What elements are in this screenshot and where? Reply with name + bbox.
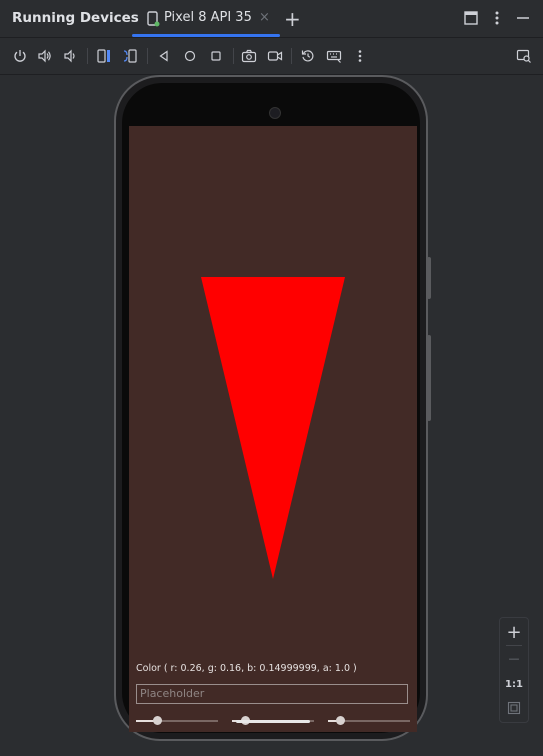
color-label: Color ( r: 0.26, g: 0.16, b: 0.14999999,… — [136, 663, 357, 674]
tab-pixel-8-api-35[interactable]: Pixel 8 API 35 × — [132, 0, 280, 37]
phone-volume-key — [427, 335, 431, 421]
zoom-in-icon[interactable]: + — [500, 620, 528, 644]
front-camera — [269, 107, 281, 119]
active-tab-indicator — [132, 34, 280, 37]
more-vert-icon — [358, 50, 362, 62]
tab-label: Pixel 8 API 35 — [164, 10, 252, 25]
back-button[interactable] — [153, 45, 175, 67]
more-vert-icon[interactable] — [487, 8, 507, 28]
volume-down-button[interactable] — [59, 45, 81, 67]
keyboard-icon — [326, 50, 342, 63]
back-icon — [159, 50, 168, 62]
rotate-left-button[interactable] — [93, 45, 115, 67]
minimize-icon[interactable] — [513, 8, 533, 28]
home-button[interactable] — [179, 45, 201, 67]
slider-thumb[interactable] — [153, 716, 162, 725]
screen-record-button[interactable] — [264, 45, 286, 67]
zoom-actual-size-button[interactable]: 1:1 — [500, 672, 528, 696]
toolbar-separator — [291, 48, 292, 64]
device-screen[interactable]: Color ( r: 0.26, g: 0.16, b: 0.14999999,… — [129, 126, 417, 732]
slider-thumb[interactable] — [336, 716, 345, 725]
zoom-fit-button[interactable] — [500, 696, 528, 720]
red-triangle — [201, 277, 345, 579]
toolbar-separator — [147, 48, 148, 64]
screenshot-icon — [241, 49, 257, 63]
device-viewport: Color ( r: 0.26, g: 0.16, b: 0.14999999,… — [0, 75, 543, 756]
toolbar-separator — [87, 48, 88, 64]
power-button[interactable] — [9, 45, 31, 67]
overview-button[interactable] — [205, 45, 227, 67]
zoom-panel: + — 1:1 — [499, 617, 529, 723]
window-title: Running Devices — [12, 10, 139, 26]
toolbar-separator — [233, 48, 234, 64]
device-mirror-button[interactable] — [513, 45, 535, 67]
volume-up-button[interactable] — [34, 45, 56, 67]
placeholder-input[interactable]: Placeholder — [136, 684, 408, 704]
screen-record-icon — [267, 51, 283, 61]
volume-down-icon — [64, 49, 75, 63]
gesture-nav-bar — [236, 720, 310, 723]
zoom-out-icon[interactable]: — — [500, 646, 528, 670]
window-layout-icon[interactable] — [461, 8, 481, 28]
keyboard-button[interactable] — [323, 45, 345, 67]
slider-blue[interactable] — [328, 716, 410, 726]
rotate-left-icon — [97, 49, 110, 63]
more-options-button[interactable] — [349, 45, 371, 67]
phone-power-key — [427, 257, 431, 299]
rotate-right-icon — [123, 49, 137, 63]
reset-icon — [301, 50, 314, 62]
slider-red[interactable] — [136, 716, 218, 726]
title-bar: Running Devices Pixel 8 API 35 × + — [0, 0, 543, 38]
home-icon — [184, 50, 196, 62]
volume-up-icon — [38, 49, 51, 63]
phone-frame: Color ( r: 0.26, g: 0.16, b: 0.14999999,… — [114, 75, 431, 741]
overview-icon — [211, 51, 221, 61]
device-icon — [147, 11, 160, 27]
zoom-fit-icon — [507, 701, 521, 715]
screenshot-button[interactable] — [238, 45, 260, 67]
add-tab-icon[interactable]: + — [284, 7, 301, 31]
rotate-right-button[interactable] — [119, 45, 141, 67]
device-mirror-icon — [516, 49, 531, 63]
reset-button[interactable] — [297, 45, 319, 67]
device-toolbar — [0, 38, 543, 75]
close-icon[interactable]: × — [259, 10, 270, 25]
power-icon — [14, 50, 26, 62]
